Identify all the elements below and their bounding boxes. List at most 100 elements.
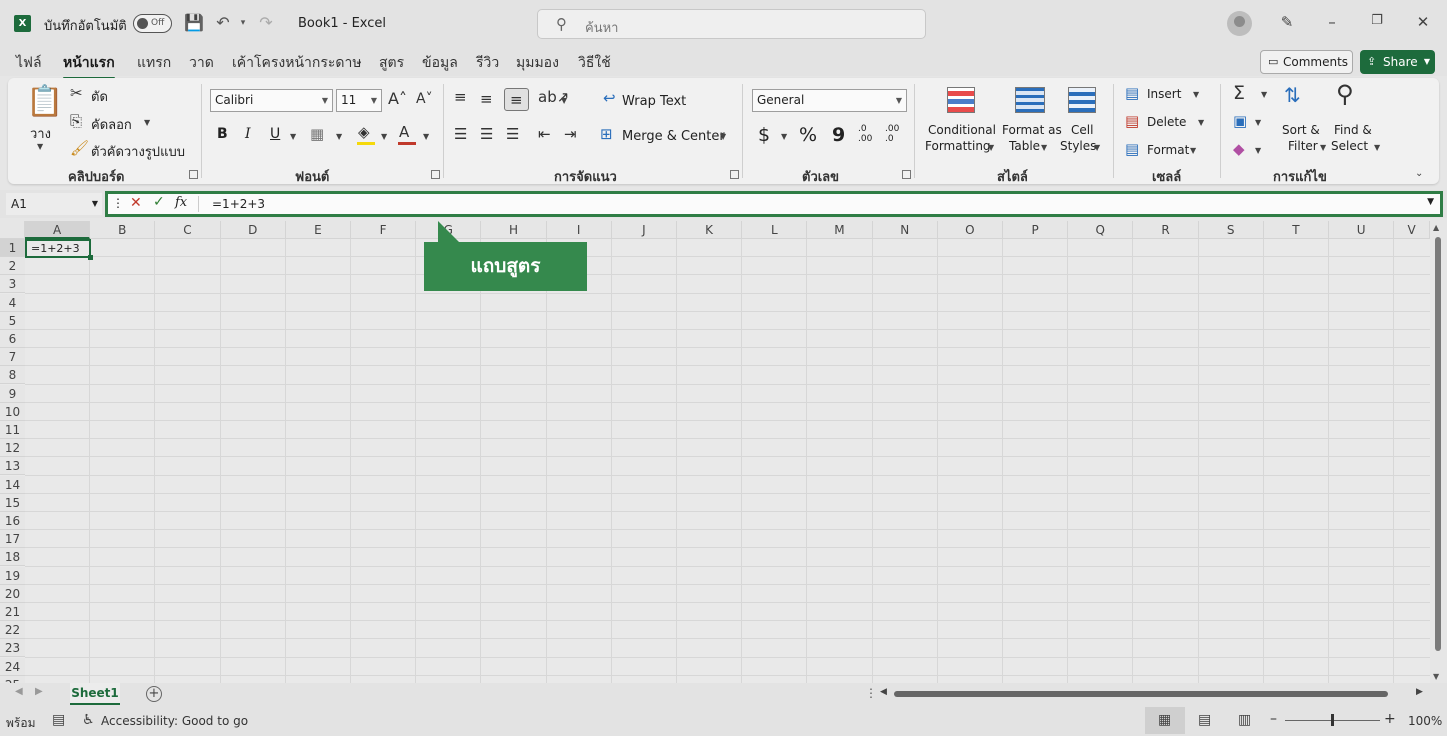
column-header-v[interactable]: V [1394,221,1430,239]
decrease-decimal-button[interactable]: .00 .0 [885,124,905,144]
tab-insert[interactable]: แทรก [137,52,171,74]
sort-filter-dropdown-icon[interactable]: ▼ [1320,143,1326,152]
comments-button[interactable]: Comments [1260,50,1353,74]
conditional-formatting-line1[interactable]: Conditional [928,123,996,137]
scroll-up-icon[interactable]: ▲ [1433,223,1439,232]
font-size-select[interactable]: 11 ▼ [336,89,382,112]
row-header-24[interactable]: 24 [0,657,25,676]
zoom-level[interactable]: 100% [1408,714,1442,728]
page-layout-view-icon[interactable]: ▤ [1198,712,1211,728]
row-header-20[interactable]: 20 [0,584,25,603]
column-header-o[interactable]: O [937,221,1003,239]
row-header-10[interactable]: 10 [0,402,25,421]
bold-button[interactable]: B [217,126,228,142]
find-select-line1[interactable]: Find & [1334,123,1372,137]
scroll-down-icon[interactable]: ▼ [1433,672,1439,681]
row-header-4[interactable]: 4 [0,293,25,312]
row-header-1[interactable]: 1 [0,239,25,257]
column-header-h[interactable]: H [481,221,547,239]
align-left-icon[interactable]: ☰ [454,125,467,143]
increase-decimal-button[interactable]: .0 .00 [858,124,878,144]
name-box[interactable]: A1 ▼ [6,193,102,215]
save-icon[interactable]: 💾 [184,13,204,33]
orientation-dropdown-icon[interactable]: ▼ [561,96,567,105]
page-break-view-icon[interactable]: ▥ [1238,712,1251,728]
wrap-text-button[interactable]: Wrap Text [622,94,686,109]
merge-dropdown-icon[interactable]: ▼ [720,132,726,141]
sort-filter-line2[interactable]: Filter [1288,139,1318,153]
format-button[interactable]: Format [1147,143,1189,157]
close-icon[interactable]: ✕ [1413,13,1433,31]
align-center-icon[interactable]: ☰ [480,125,493,143]
number-format-select[interactable]: General ▼ [752,89,907,112]
clipboard-launcher-icon[interactable] [189,170,198,179]
alignment-launcher-icon[interactable] [730,170,739,179]
insert-button[interactable]: Insert [1147,87,1181,101]
conditional-formatting-icon[interactable] [947,87,975,113]
tab-formulas[interactable]: สูตร [379,52,404,74]
tab-data[interactable]: ข้อมูล [422,52,458,74]
italic-button[interactable]: I [245,126,251,142]
comma-button[interactable]: 9 [832,124,845,146]
sheet-tab-sheet1[interactable]: Sheet1 [70,683,120,705]
cell-styles-dropdown-icon[interactable]: ▼ [1094,143,1100,152]
align-top-icon[interactable]: ≡ [454,88,467,106]
formula-bar[interactable]: ⋮ ✕ ✓ fx =1+2+3 ▼ [105,191,1443,217]
column-header-t[interactable]: T [1263,221,1329,239]
format-as-table-icon[interactable] [1015,87,1045,113]
font-color-dropdown-icon[interactable]: ▼ [423,132,429,141]
decrease-font-icon[interactable]: A˅ [416,91,433,107]
row-header-22[interactable]: 22 [0,621,25,640]
copy-dropdown-icon[interactable]: ▼ [144,118,150,127]
accessibility-status[interactable]: Accessibility: Good to go [101,714,248,728]
underline-dropdown-icon[interactable]: ▼ [290,132,296,141]
row-header-5[interactable]: 5 [0,311,25,330]
row-header-21[interactable]: 21 [0,603,25,621]
column-header-l[interactable]: L [742,221,808,239]
cell-styles-icon[interactable] [1068,87,1096,113]
fill-icon[interactable]: ▣ [1233,112,1247,130]
find-select-dropdown-icon[interactable]: ▼ [1374,143,1380,152]
borders-dropdown-icon[interactable]: ▼ [336,132,342,141]
column-header-d[interactable]: D [220,221,286,239]
zoom-in-icon[interactable]: + [1384,711,1396,727]
font-color-icon[interactable]: A [399,123,409,141]
fill-color-icon[interactable]: ◈ [358,123,370,141]
column-header-k[interactable]: K [677,221,743,239]
decrease-indent-icon[interactable]: ⇤ [538,125,551,143]
row-header-6[interactable]: 6 [0,330,25,348]
find-select-line2[interactable]: Select [1331,139,1368,153]
column-header-q[interactable]: Q [1068,221,1134,239]
underline-button[interactable]: U [270,126,280,142]
minimize-icon[interactable]: – [1322,13,1342,31]
align-bottom-button[interactable]: ≡ [504,88,529,111]
autosave-toggle[interactable]: Off [133,14,172,33]
tab-view[interactable]: มุมมอง [516,52,559,74]
row-header-25[interactable]: 25 [0,675,25,683]
borders-icon[interactable]: ▦ [310,125,324,143]
row-header-11[interactable]: 11 [0,421,25,439]
sort-filter-icon[interactable]: ⇅ [1284,83,1301,107]
column-header-u[interactable]: U [1329,221,1395,239]
format-as-table-line1[interactable]: Format as [1002,123,1062,137]
column-header-e[interactable]: E [285,221,351,239]
scroll-right-icon[interactable]: ▶ [1416,687,1423,697]
cell-a1[interactable]: =1+2+3 [25,239,93,260]
tab-draw[interactable]: วาด [189,52,214,74]
format-as-table-line2[interactable]: Table [1009,139,1040,153]
accessibility-icon[interactable]: ♿ [82,712,95,728]
row-header-16[interactable]: 16 [0,512,25,530]
increase-indent-icon[interactable]: ⇥ [564,125,577,143]
row-header-18[interactable]: 18 [0,548,25,567]
percent-button[interactable]: % [799,124,817,146]
row-header-15[interactable]: 15 [0,493,25,512]
currency-dropdown-icon[interactable]: ▼ [781,132,787,141]
prev-sheet-icon[interactable]: ◀ [15,686,23,697]
row-header-23[interactable]: 23 [0,639,25,658]
zoom-slider-knob[interactable] [1331,714,1334,726]
fill-color-dropdown-icon[interactable]: ▼ [381,132,387,141]
font-launcher-icon[interactable] [431,170,440,179]
cancel-icon[interactable]: ✕ [130,195,142,211]
enter-check-icon[interactable]: ✓ [153,194,165,210]
format-as-table-dropdown-icon[interactable]: ▼ [1041,143,1047,152]
